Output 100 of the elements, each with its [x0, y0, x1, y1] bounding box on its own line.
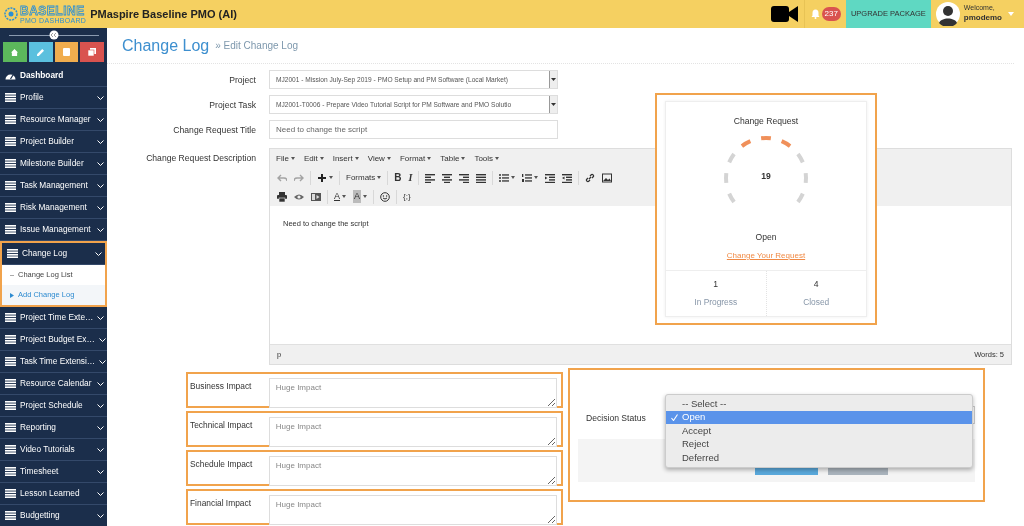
list-icon	[5, 467, 16, 476]
pencil-icon	[37, 48, 45, 56]
dropdown-option[interactable]: Deferred	[666, 451, 972, 465]
chevron-down-icon	[95, 251, 102, 256]
dropdown-option[interactable]: Reject	[666, 437, 972, 451]
caret-icon	[319, 157, 324, 160]
video-camera-icon[interactable]	[770, 5, 798, 23]
sidebar-item[interactable]: Video Tutorials	[0, 439, 107, 461]
impact-field[interactable]: Huge Impact	[268, 495, 557, 525]
notification-badge: 237	[821, 7, 841, 21]
sidebar-item[interactable]: Budgetting	[0, 505, 107, 526]
stat-value: 4	[813, 278, 819, 292]
list-icon	[5, 401, 16, 410]
caret-icon	[354, 157, 359, 160]
edit-button[interactable]	[28, 42, 53, 62]
sidebar-item[interactable]: Profile	[0, 87, 107, 109]
bullet-list-icon	[499, 172, 510, 183]
menu-button[interactable]: Tools	[471, 152, 503, 165]
chevron-down-icon	[97, 447, 104, 452]
caret-icon	[511, 176, 516, 179]
field-label: Change Request Description	[145, 152, 256, 165]
list-icon	[5, 445, 16, 454]
dropdown-option[interactable]: -- Select --	[666, 397, 972, 411]
menu-button[interactable]: Table	[437, 152, 469, 165]
list-icon	[5, 181, 16, 190]
chevron-down-icon	[97, 403, 104, 408]
menu-button[interactable]: View	[364, 152, 394, 165]
list-icon	[5, 489, 16, 498]
checkmark-icon	[671, 413, 678, 421]
impact-field[interactable]: Huge Impact	[268, 417, 557, 447]
menu-button[interactable]: Format	[396, 152, 435, 165]
chevron-down-icon	[97, 227, 104, 232]
sidebar-item[interactable]: Timesheet	[0, 461, 107, 483]
list-icon	[5, 115, 16, 124]
field-label: Financial Impact	[190, 497, 252, 510]
outdent-icon	[545, 172, 556, 183]
card-title: Change Request	[733, 115, 799, 128]
stat-label: In Progress	[694, 296, 738, 309]
chevron-down-icon	[97, 117, 104, 122]
chevron-down-icon	[97, 491, 104, 496]
sidebar-item[interactable]: Issue Management	[0, 219, 107, 241]
list-icon	[7, 249, 18, 258]
impact-field[interactable]: Huge Impact	[268, 456, 557, 486]
sidebar-item[interactable]: Project Builder	[0, 131, 107, 153]
list-icon	[5, 137, 16, 146]
align-left-icon	[425, 172, 436, 183]
list-icon	[5, 423, 16, 432]
background-color-button[interactable]: A	[350, 188, 371, 205]
avatar-icon[interactable]	[935, 2, 960, 26]
sidebar-item[interactable]: Risk Management	[0, 197, 107, 219]
indent-icon	[562, 172, 573, 183]
dropdown-option[interactable]: Accept	[666, 424, 972, 438]
stat-label: Closed	[803, 296, 830, 309]
menu-button[interactable]: Edit	[300, 152, 327, 165]
menu-button[interactable]: File	[273, 152, 298, 165]
sidebar-item[interactable]: Task Time Extensi…	[0, 351, 107, 373]
chevron-down-icon	[97, 469, 104, 474]
sidebar-item[interactable]: Dashboard	[0, 65, 107, 87]
sidebar-item[interactable]: Resource Manager	[0, 109, 107, 131]
list-icon	[5, 225, 16, 234]
sidebar-item[interactable]: Project Schedule	[0, 395, 107, 417]
user-name[interactable]: pmodemo	[963, 11, 1002, 24]
chevron-down-icon	[97, 161, 104, 166]
documents-icon	[88, 48, 97, 56]
smiley-icon	[380, 191, 391, 202]
stat-value: 1	[713, 278, 719, 292]
caret-icon	[363, 195, 368, 198]
sidebar-item[interactable]: Task Management	[0, 175, 107, 197]
sidebar-item[interactable]: Milestone Builder	[0, 153, 107, 175]
italic-button[interactable]: I	[405, 169, 416, 186]
text-field[interactable]: Need to change the script	[269, 120, 558, 139]
printer-icon	[277, 191, 287, 202]
field-label: Change Request Title	[172, 124, 256, 137]
sidebar-item[interactable]: Reporting	[0, 417, 107, 439]
formats-button[interactable]: Formats	[343, 169, 385, 186]
sidebar-item[interactable]: Project Time Exte…	[0, 307, 107, 329]
sidebar-item[interactable]: Project Budget Ex…	[0, 329, 107, 351]
caret-icon	[534, 176, 539, 179]
bold-button[interactable]: B	[391, 169, 405, 186]
image-icon	[602, 172, 613, 183]
caret-icon	[290, 157, 295, 160]
document-icon	[62, 48, 70, 56]
field-label: Schedule Impact	[190, 458, 254, 471]
undo-icon	[277, 172, 287, 183]
chevron-down-icon	[97, 513, 104, 518]
redo-icon	[294, 172, 304, 183]
collapse-icon[interactable]	[48, 30, 59, 40]
document-button[interactable]	[54, 42, 79, 62]
documents-button[interactable]	[80, 42, 104, 62]
menu-button[interactable]: Insert	[329, 152, 362, 165]
impact-field[interactable]: Huge Impact	[268, 378, 557, 408]
home-icon	[11, 48, 19, 56]
caret-icon	[329, 176, 333, 179]
code-button[interactable]: {;}	[400, 188, 414, 205]
sidebar-item[interactable]: Resource Calendar	[0, 373, 107, 395]
bullet-icon	[10, 292, 14, 298]
list-icon	[5, 203, 16, 212]
sidebar-item[interactable]: Lesson Learned	[0, 483, 107, 505]
text-color-button[interactable]: A	[331, 188, 349, 205]
chevron-down-icon	[97, 425, 104, 430]
